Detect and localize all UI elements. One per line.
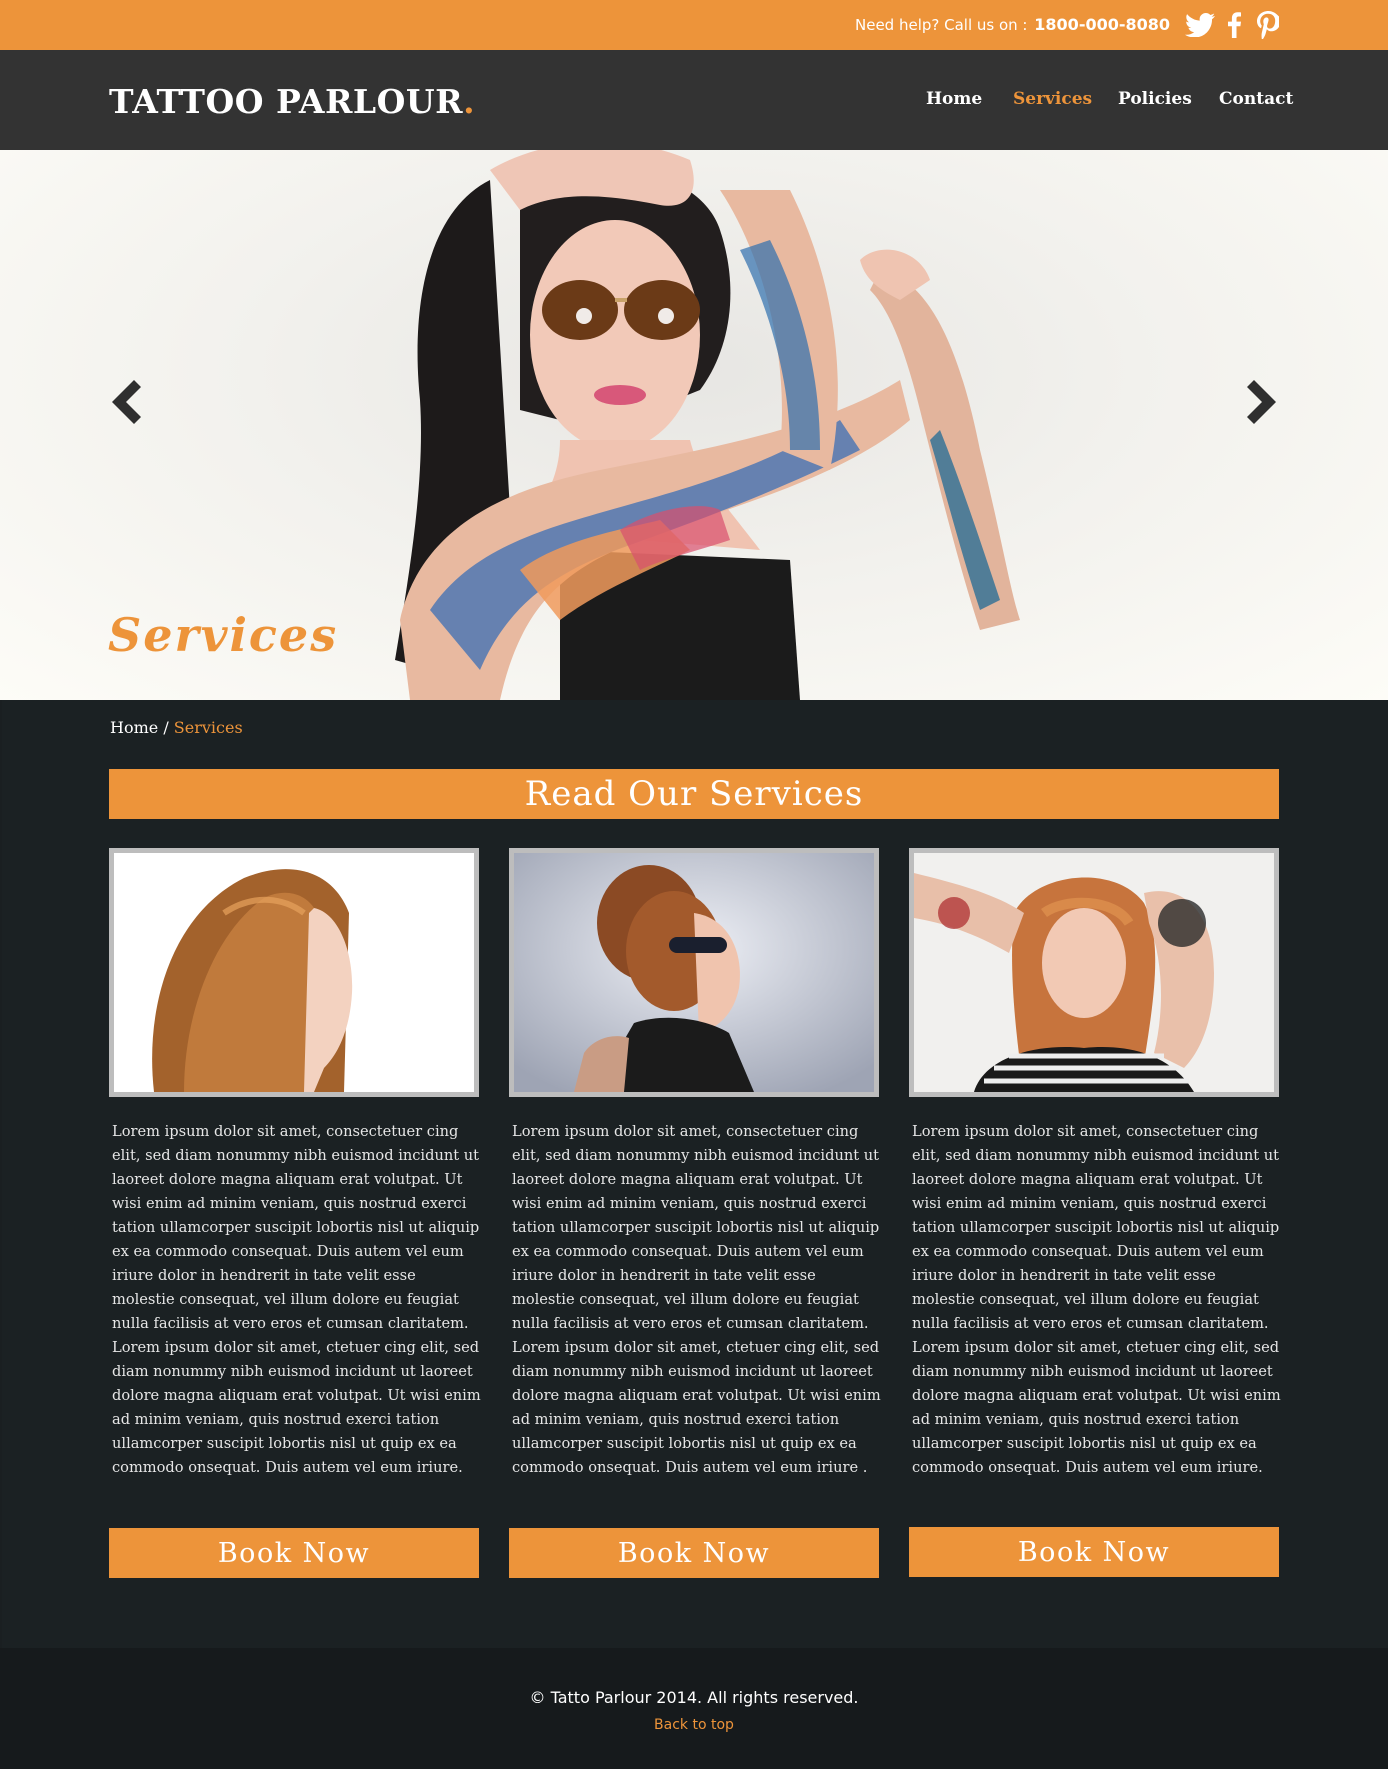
section-heading-bar: Read Our Services <box>109 769 1279 819</box>
chevron-right-icon[interactable] <box>1244 378 1280 426</box>
site-logo[interactable]: TATTOO PARLOUR. <box>109 82 475 121</box>
breadcrumb: Home / Services <box>110 718 243 737</box>
service-image-3 <box>909 848 1279 1097</box>
breadcrumb-separator: / <box>158 718 174 737</box>
breadcrumb-current: Services <box>173 718 243 737</box>
pinterest-icon[interactable] <box>1254 8 1282 42</box>
book-now-button-3[interactable]: Book Now <box>909 1527 1279 1577</box>
book-now-button-2[interactable]: Book Now <box>509 1528 879 1578</box>
back-to-top-link[interactable]: Back to top <box>654 1717 734 1733</box>
nav-home[interactable]: Home <box>926 89 982 109</box>
main-content: Home / Services Read Our Services Lorem … <box>2 700 1388 1648</box>
nav-services[interactable]: Services <box>1013 89 1092 109</box>
service-description-2: Lorem ipsum dolor sit amet, consectetuer… <box>512 1123 881 1476</box>
nav-policies[interactable]: Policies <box>1118 89 1192 109</box>
site-footer: © Tatto Parlour 2014. All rights reserve… <box>0 1648 1388 1769</box>
service-image-1 <box>109 848 479 1097</box>
breadcrumb-home[interactable]: Home <box>110 718 158 737</box>
hero-slider: Services <box>0 150 1388 700</box>
book-now-button-1[interactable]: Book Now <box>109 1528 479 1578</box>
service-description-3: Lorem ipsum dolor sit amet, consectetuer… <box>912 1123 1281 1476</box>
phone-number[interactable]: 1800-000-8080 <box>1034 15 1170 34</box>
service-description-1: Lorem ipsum dolor sit amet, consectetuer… <box>112 1123 481 1476</box>
twitter-icon[interactable] <box>1182 8 1218 42</box>
help-label: Need help? Call us on : <box>855 16 1028 34</box>
help-contact: Need help? Call us on : 1800-000-8080 <box>855 15 1170 34</box>
top-bar: Need help? Call us on : 1800-000-8080 <box>0 0 1388 50</box>
site-header: TATTOO PARLOUR. Home Services Policies C… <box>0 50 1388 150</box>
chevron-left-icon[interactable] <box>108 378 144 426</box>
facebook-icon[interactable] <box>1224 8 1244 42</box>
service-image-2 <box>509 848 879 1097</box>
nav-contact[interactable]: Contact <box>1219 89 1293 109</box>
copyright-text: © Tatto Parlour 2014. All rights reserve… <box>529 1688 859 1707</box>
hero-title: Services <box>108 608 339 662</box>
section-heading: Read Our Services <box>524 774 864 814</box>
